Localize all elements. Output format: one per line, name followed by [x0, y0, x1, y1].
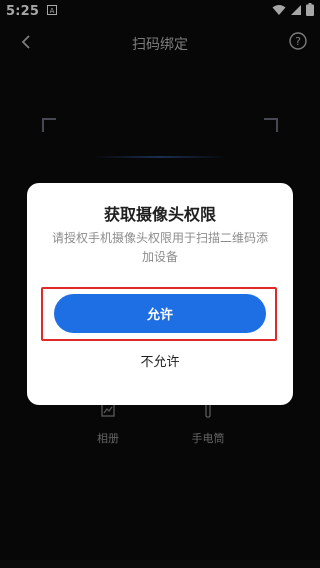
permission-dialog: 获取摄像头权限 请授权手机摄像头权限用于扫描二维码添加设备 允许 不允许 [27, 183, 293, 405]
deny-button[interactable]: 不允许 [27, 347, 293, 373]
allow-button[interactable]: 允许 [54, 294, 266, 333]
dialog-message: 请授权手机摄像头权限用于扫描二维码添加设备 [51, 231, 268, 264]
bottom-bar [0, 560, 320, 568]
dialog-title: 获取摄像头权限 [103, 205, 216, 224]
